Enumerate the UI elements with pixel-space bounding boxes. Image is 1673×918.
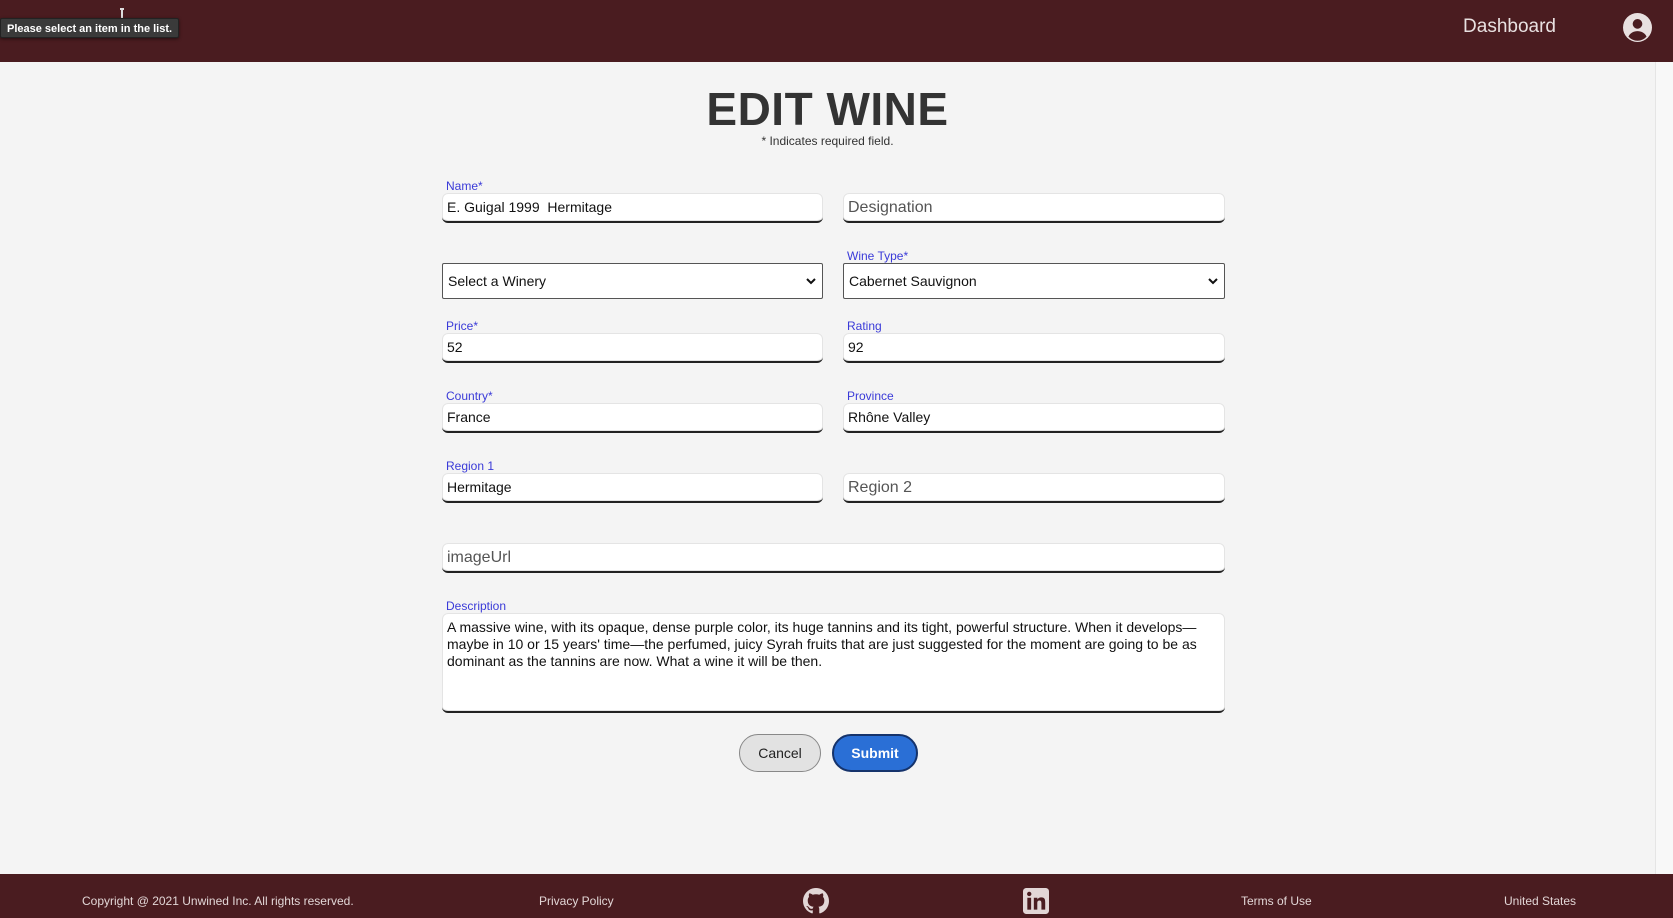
chevron-down-icon	[806, 278, 816, 285]
privacy-policy-link[interactable]: Privacy Policy	[539, 894, 614, 908]
chevron-down-icon	[1208, 278, 1218, 285]
region1-input[interactable]	[442, 473, 823, 503]
country-selector[interactable]: United States	[1504, 894, 1576, 908]
required-note: * Indicates required field.	[761, 134, 894, 148]
submit-button[interactable]: Submit	[832, 734, 918, 772]
winery-select-value: Select a Winery	[448, 273, 547, 289]
validation-tooltip: Please select an item in the list.	[0, 18, 180, 38]
country-label: Country*	[446, 389, 493, 403]
copyright-text: Copyright @ 2021 Unwined Inc. All rights…	[82, 894, 354, 908]
wine-type-label: Wine Type*	[847, 249, 909, 263]
wine-type-select[interactable]: Cabernet Sauvignon	[843, 263, 1225, 299]
name-input[interactable]	[442, 193, 823, 223]
price-input[interactable]	[442, 333, 823, 363]
price-label: Price*	[446, 319, 479, 333]
designation-input[interactable]	[843, 193, 1225, 223]
cancel-button[interactable]: Cancel	[739, 734, 821, 772]
name-label: Name*	[446, 179, 483, 193]
winery-select[interactable]: Select a Winery	[442, 263, 823, 299]
rating-label: Rating	[847, 319, 882, 333]
region1-label: Region 1	[446, 459, 495, 473]
description-label: Description	[446, 599, 507, 613]
github-icon[interactable]	[803, 888, 829, 914]
description-textarea[interactable]: A massive wine, with its opaque, dense p…	[442, 613, 1225, 713]
account-circle-icon[interactable]	[1623, 13, 1652, 42]
wine-type-select-value: Cabernet Sauvignon	[849, 273, 977, 289]
dashboard-link[interactable]: Dashboard	[1463, 16, 1556, 38]
province-label: Province	[847, 389, 894, 403]
linkedin-icon[interactable]	[1023, 888, 1049, 914]
image-url-input[interactable]	[442, 543, 1225, 573]
top-navbar	[0, 0, 1673, 62]
page-title: EDIT WINE	[706, 83, 949, 135]
rating-input[interactable]	[843, 333, 1225, 363]
country-input[interactable]	[442, 403, 823, 433]
terms-link[interactable]: Terms of Use	[1241, 894, 1312, 908]
scrollbar[interactable]	[1655, 62, 1673, 874]
province-input[interactable]	[843, 403, 1225, 433]
region2-input[interactable]	[843, 473, 1225, 503]
